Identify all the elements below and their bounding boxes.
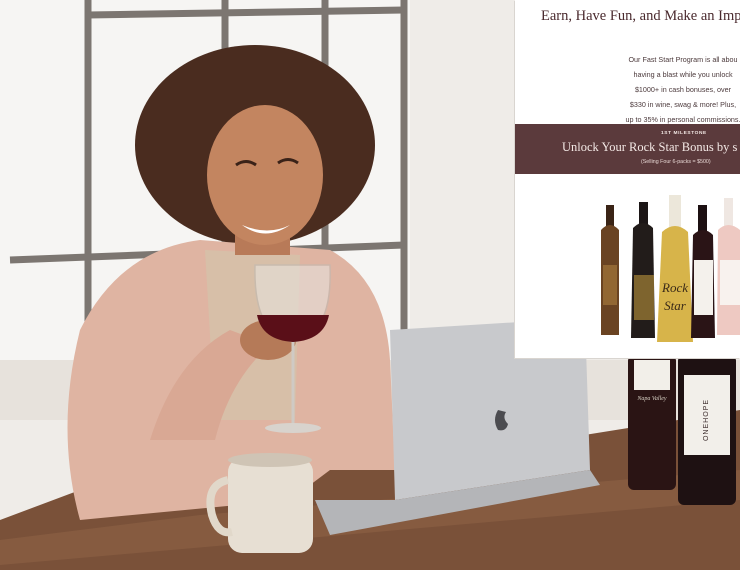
bottle-amber xyxy=(601,205,619,335)
bottle-red xyxy=(691,205,715,338)
rock-label: Rock xyxy=(661,280,688,295)
intro-line: $1000+ in cash bonuses, over xyxy=(634,85,732,94)
card-headline: Earn, Have Fun, and Make an Impac xyxy=(541,8,740,24)
milestone-band: 1ST MILESTONE Unlock Your Rock Star Bonu… xyxy=(515,124,740,174)
bottle-dark-gold xyxy=(631,202,655,338)
table-wine-bottles: Napa Valley ONEHOPE xyxy=(628,355,736,505)
napa-label: Napa Valley xyxy=(636,396,666,402)
intro-text: Our Fast Start Program is all abou havin… xyxy=(613,52,740,127)
milestone-label: 1ST MILESTONE xyxy=(661,131,707,136)
star-label: Star xyxy=(664,298,687,313)
milestone-subtitle: (Selling Four 6-packs = $500) xyxy=(641,159,711,165)
bottle-rock-star: Rock Star xyxy=(657,195,693,342)
bottle-rose xyxy=(717,198,740,335)
onehope-label: ONEHOPE xyxy=(703,399,710,441)
face xyxy=(207,105,323,245)
intro-line: having a blast while you unlock xyxy=(633,70,733,79)
fast-start-card: Earn, Have Fun, and Make an Impac Our Fa… xyxy=(515,0,740,358)
milestone-title: Unlock Your Rock Star Bonus by s xyxy=(562,140,738,154)
intro-line: Our Fast Start Program is all abou xyxy=(628,55,738,64)
product-bottles: Rock Star xyxy=(601,195,740,342)
intro-line: $330 in wine, swag & more! Plus, xyxy=(629,100,737,109)
